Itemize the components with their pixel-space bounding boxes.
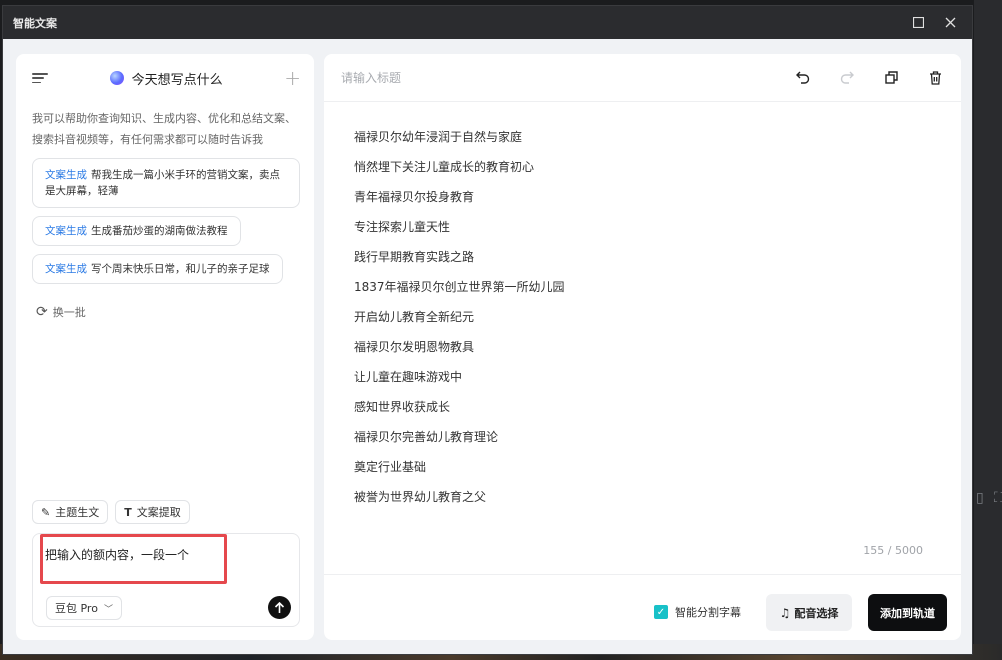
trash-icon <box>929 70 941 85</box>
copy-icon <box>884 71 898 84</box>
mode-chips: ✎ 主题生文 T 文案提取 <box>32 500 190 524</box>
script-line: 青年福禄贝尔投身教育 <box>354 190 475 204</box>
suggestion-tag: 文案生成 <box>45 169 87 181</box>
suggestion-item[interactable]: 文案生成 生成番茄炒蛋的湖南做法教程 <box>32 216 241 246</box>
checkmark-icon: ✓ <box>654 605 668 619</box>
suggestion-list: 文案生成 帮我生成一篇小米手环的营销文案，卖点是大屏幕，轻薄 文案生成 生成番茄炒蛋… <box>16 150 314 284</box>
close-icon <box>945 17 955 28</box>
title-input[interactable] <box>341 70 769 85</box>
prompt-input-box[interactable]: 把输入的额内容，一段一个 豆包 Pro ﹀ <box>32 533 300 627</box>
script-line: 奠定行业基础 <box>354 460 427 474</box>
character-counter: 155 / 5000 <box>863 544 923 557</box>
suggestion-item[interactable]: 文案生成 写个周末快乐日常，和儿子的亲子足球 <box>32 254 283 284</box>
host-app-edge: ▯ ⛶ <box>974 0 1002 660</box>
magic-wand-icon: ✎ <box>41 505 51 519</box>
assistant-intro: 我可以帮助你查询知识、生成内容、优化和总结文案、搜索抖音视频等，有任何需求都可以… <box>32 112 296 146</box>
suggestion-text: 写个周末快乐日常，和儿子的亲子足球 <box>91 263 270 275</box>
script-line: 被誉为世界幼儿教育之父 <box>354 490 487 504</box>
voice-select-button[interactable]: ♫ 配音选择 <box>766 594 852 631</box>
assistant-orb-icon <box>109 71 124 85</box>
script-line: 感知世界收获成长 <box>354 400 451 414</box>
suggestion-tag: 文案生成 <box>45 263 87 275</box>
add-button-label: 添加到轨道 <box>880 606 935 620</box>
script-line: 1837年福禄贝尔创立世界第一所幼儿园 <box>354 280 565 294</box>
maximize-icon <box>912 17 924 28</box>
prompt-input-text[interactable]: 把输入的额内容，一段一个 <box>45 546 189 563</box>
editor-toolbar <box>324 54 961 102</box>
add-to-track-button[interactable]: 添加到轨道 <box>868 594 947 631</box>
topic-generate-chip[interactable]: ✎ 主题生文 <box>32 500 109 524</box>
title-bar: 智能文案 <box>3 6 972 39</box>
text-extract-chip[interactable]: T 文案提取 <box>115 500 190 524</box>
model-select[interactable]: 豆包 Pro ﹀ <box>46 596 122 620</box>
refresh-suggestions-button[interactable]: ⟳ 换一批 <box>36 304 314 320</box>
close-button[interactable] <box>938 11 962 35</box>
script-content[interactable]: 福禄贝尔幼年浸润于自然与家庭 悄然埋下关注儿童成长的教育初心 青年福禄贝尔投身教… <box>324 102 961 512</box>
smart-subtitle-label: 智能分割字幕 <box>675 606 741 619</box>
editor-panel: 福禄贝尔幼年浸润于自然与家庭 悄然埋下关注儿童成长的教育初心 青年福禄贝尔投身教… <box>324 54 961 640</box>
maximize-button[interactable] <box>906 11 930 35</box>
assistant-title: 今天想写点什么 <box>48 69 284 88</box>
undo-button[interactable] <box>793 68 813 88</box>
suggestion-item[interactable]: 文案生成 帮我生成一篇小米手环的营销文案，卖点是大屏幕，轻薄 <box>32 158 300 208</box>
smart-subtitle-checkbox[interactable]: ✓ 智能分割字幕 <box>654 604 741 620</box>
assistant-title-text: 今天想写点什么 <box>131 72 223 88</box>
script-line: 开启幼儿教育全新纪元 <box>354 310 475 324</box>
suggestion-text: 生成番茄炒蛋的湖南做法教程 <box>91 225 228 237</box>
copy-button[interactable] <box>881 68 901 88</box>
assistant-panel: 今天想写点什么 + 我可以帮助你查询知识、生成内容、优化和总结文案、搜索抖音视频… <box>16 54 314 640</box>
script-line: 悄然埋下关注儿童成长的教育初心 <box>354 160 535 174</box>
host-toolbar-icon: ⛶ <box>994 490 1002 506</box>
chip-label: 文案提取 <box>136 506 181 519</box>
model-label: 豆包 Pro <box>55 602 98 615</box>
voice-icon: ♫ <box>779 605 791 620</box>
script-line: 福禄贝尔发明恩物教具 <box>354 340 475 354</box>
editor-footer: ✓ 智能分割字幕 ♫ 配音选择 添加到轨道 <box>324 574 961 640</box>
redo-button[interactable] <box>837 68 857 88</box>
menu-icon[interactable] <box>32 70 48 86</box>
chevron-down-icon: ﹀ <box>103 604 113 615</box>
script-line: 专注探索儿童天性 <box>354 220 451 234</box>
smart-copywriting-dialog: 智能文案 今天想写点什么 + 我可以帮助你查询知识、生成内容、优化和总结文案、搜… <box>2 5 973 655</box>
refresh-label: 换一批 <box>52 306 86 319</box>
host-toolbar-icon: ▯ <box>976 490 984 506</box>
text-icon: T <box>124 505 132 519</box>
script-line: 让儿童在趣味游戏中 <box>354 370 463 384</box>
window-title: 智能文案 <box>13 16 57 30</box>
undo-icon <box>796 71 810 84</box>
assistant-header: 今天想写点什么 + <box>16 54 314 102</box>
redo-icon <box>840 71 854 84</box>
chip-label: 主题生文 <box>55 506 100 519</box>
delete-button[interactable] <box>925 68 945 88</box>
new-chat-plus-icon[interactable]: + <box>284 68 301 88</box>
script-line: 福禄贝尔完善幼儿教育理论 <box>354 430 499 444</box>
voice-button-label: 配音选择 <box>794 606 839 620</box>
suggestion-tag: 文案生成 <box>45 225 87 237</box>
send-button[interactable] <box>268 596 291 619</box>
refresh-icon: ⟳ <box>36 304 48 320</box>
send-icon <box>274 601 285 613</box>
script-line: 福禄贝尔幼年浸润于自然与家庭 <box>354 130 523 144</box>
script-line: 践行早期教育实践之路 <box>354 250 475 264</box>
